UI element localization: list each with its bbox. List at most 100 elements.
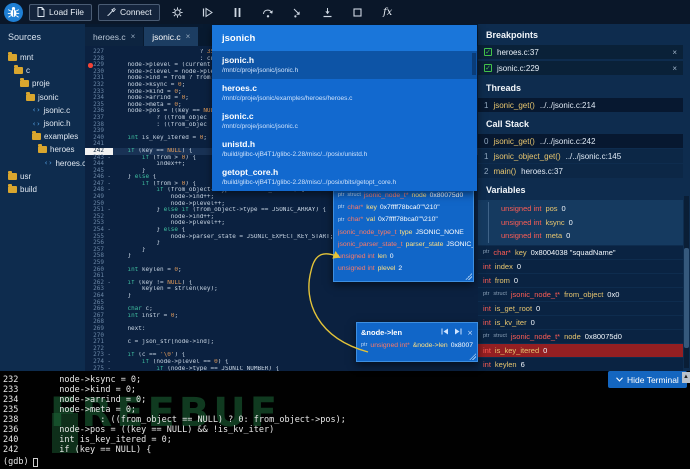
fold-marker-icon[interactable]: -	[107, 207, 111, 214]
terminal-line: 240 int is_key_itered = 0;	[3, 435, 346, 445]
variables-expanded-children: unsigned intpos0unsigned intksync0unsign…	[478, 200, 683, 245]
search-result-getopt_core.h[interactable]: getopt_core.h/build/glibc-vjB4T1/glibc-2…	[212, 163, 477, 191]
fold-marker-icon[interactable]: -	[107, 280, 111, 287]
load-file-button[interactable]: Load File	[29, 4, 92, 21]
tree-item-jsonic.c[interactable]: ‹›jsonic.c	[0, 104, 85, 117]
fold-marker-icon[interactable]: -	[107, 227, 111, 234]
tree-item-usr[interactable]: usr	[0, 170, 85, 183]
tab-close-icon[interactable]: ×	[131, 32, 136, 41]
variable-type: char*	[347, 216, 363, 223]
code-line-264[interactable]: 264 }	[85, 293, 478, 300]
close-icon[interactable]: ×	[467, 329, 473, 337]
variable-row[interactable]: intis_key_itered0	[478, 344, 683, 357]
functions-button[interactable]: fx	[376, 2, 400, 22]
debug-settings-button[interactable]	[166, 2, 190, 22]
fold-marker-icon[interactable]: -	[107, 187, 111, 194]
tooltip-member-row[interactable]: unsigned intplevel2	[338, 263, 473, 275]
variable-row[interactable]: ptrstructjsonic_node_t*node0x80075d0	[478, 330, 683, 343]
tab-close-icon[interactable]: ×	[186, 32, 191, 41]
tree-item-examples[interactable]: examples	[0, 130, 85, 143]
continue-icon	[202, 7, 213, 18]
folder-icon	[8, 186, 17, 193]
panel-scrollbar-thumb[interactable]	[684, 248, 689, 348]
pause-button[interactable]	[226, 2, 250, 22]
code-text[interactable]	[113, 300, 478, 307]
variable-child-row[interactable]: unsigned intpos0	[488, 202, 683, 216]
variable-row[interactable]: ptrchar*key0x8004038 "squadName"	[478, 246, 683, 259]
tree-item-c[interactable]: c	[0, 64, 85, 77]
code-line-263[interactable]: 263 keylen = strlen(key);	[85, 286, 478, 293]
load-file-label: Load File	[49, 7, 84, 17]
tree-item-heroes.c[interactable]: ‹›heroes.c	[0, 157, 85, 170]
variable-row[interactable]: intfrom0	[478, 274, 683, 287]
nav-prev-icon[interactable]	[441, 328, 449, 337]
step-into-button[interactable]	[286, 2, 310, 22]
tooltip-resize-grip[interactable]	[469, 353, 476, 360]
remove-breakpoint-icon[interactable]: ×	[672, 64, 677, 73]
tooltip-member-row[interactable]: ptrchar*val0x7ffff78bca0"'\210"	[338, 214, 473, 226]
terminal-scroll-up-arrow[interactable]: ▲	[682, 372, 690, 383]
variable-row[interactable]: ptrstructjsonic_node_t*from_object0x0	[478, 288, 683, 301]
step-out-button[interactable]	[316, 2, 340, 22]
tooltip-member-row[interactable]: jsonic_parser_state_tparser_stateJSONIC_…	[338, 238, 473, 250]
tree-item-heroes[interactable]: heroes	[0, 143, 85, 156]
watch-expression-row[interactable]: ptrunsigned int*&node->len0x80075e8	[361, 339, 473, 351]
tree-item-label: build	[20, 185, 37, 194]
tree-item-jsonic[interactable]: jsonic	[0, 91, 85, 104]
connect-button[interactable]: Connect	[98, 4, 160, 21]
code-text[interactable]: int instr = 0;	[113, 313, 478, 320]
code-line-267[interactable]: 267 int instr = 0;	[85, 313, 478, 320]
fold-marker-icon[interactable]: -	[107, 155, 111, 162]
tooltip-member-row[interactable]: unsigned intlen0	[338, 250, 473, 262]
hide-terminal-button[interactable]: Hide Terminal	[608, 371, 687, 388]
breakpoint-item[interactable]: ✓heroes.c:37×	[478, 45, 683, 59]
continue-button[interactable]	[196, 2, 220, 22]
tree-item-label: jsonic	[38, 93, 58, 102]
tree-item-mnt[interactable]: mnt	[0, 51, 85, 64]
call-stack-frame[interactable]: 0jsonic_get()../../jsonic.c:242	[478, 134, 683, 148]
tooltip-member-row[interactable]: jsonic_node_type_ttypeJSONIC_NONE	[338, 226, 473, 238]
tree-item-build[interactable]: build	[0, 183, 85, 196]
variable-row[interactable]: intis_get_root0	[478, 302, 683, 315]
search-result-jsonic.c[interactable]: jsonic.c/mnt/c/proje/jsonic/jsonic.c	[212, 107, 477, 135]
app-logo[interactable]	[4, 3, 23, 22]
code-text[interactable]: }	[113, 293, 478, 300]
search-result-heroes.c[interactable]: heroes.c/mnt/c/proje/jsonic/examples/her…	[212, 79, 477, 107]
variable-name: val	[366, 216, 375, 223]
stop-button[interactable]	[346, 2, 370, 22]
tooltip-member-row[interactable]: ptrchar*key0x7ffff78bca0"'\210"	[338, 201, 473, 213]
variable-child-row[interactable]: unsigned intmeta0	[488, 229, 683, 243]
call-stack-frame[interactable]: 2main()heroes.c:37	[478, 164, 683, 178]
code-text[interactable]: keylen = strlen(key);	[113, 286, 478, 293]
nav-next-icon[interactable]	[454, 328, 462, 337]
breakpoint-enabled-checkbox[interactable]: ✓	[484, 48, 492, 56]
remove-breakpoint-icon[interactable]: ×	[672, 48, 677, 57]
variable-type: jsonic_parser_state_t	[338, 241, 403, 248]
tooltip-resize-grip[interactable]	[465, 273, 472, 280]
panel-scrollbar[interactable]	[684, 196, 689, 368]
search-result-jsonic.h[interactable]: jsonic.h/mnt/c/proje/jsonic/jsonic.h	[212, 51, 477, 79]
code-line-265[interactable]: 265	[85, 300, 478, 307]
tree-item-jsonic.h[interactable]: ‹›jsonic.h	[0, 117, 85, 130]
tree-item-proje[interactable]: proje	[0, 77, 85, 90]
dropdown-scrollbar-thumb[interactable]	[472, 53, 476, 75]
tab-jsonic.c[interactable]: jsonic.c×	[144, 27, 198, 46]
breakpoint-enabled-checkbox[interactable]: ✓	[484, 64, 492, 72]
call-stack-frame[interactable]: 1jsonic_object_get()../../jsonic.c:145	[478, 149, 683, 163]
breakpoint-item[interactable]: ✓jsonic.c:229×	[478, 61, 683, 75]
gdb-prompt[interactable]: (gdb)	[3, 457, 38, 467]
search-result-unistd.h[interactable]: unistd.h/build/glibc-vjB4T1/glibc-2.28/m…	[212, 135, 477, 163]
breakpoint-dot-icon[interactable]	[88, 63, 93, 68]
search-result-name: jsonic.c	[222, 111, 467, 121]
variable-row[interactable]: intkeylen6	[478, 358, 683, 371]
thread-item[interactable]: 1jsonic_get()../../jsonic.c:214	[478, 98, 683, 112]
code-text[interactable]: char c;	[113, 306, 478, 313]
file-search-input[interactable]: jsonich	[212, 25, 477, 51]
variable-row[interactable]: intis_kv_iter0	[478, 316, 683, 329]
step-over-button[interactable]	[256, 2, 280, 22]
tab-heroes.c[interactable]: heroes.c×	[85, 27, 143, 46]
variable-child-row[interactable]: unsigned intksync0	[488, 216, 683, 230]
variable-row[interactable]: intindex0	[478, 260, 683, 273]
code-line-266[interactable]: 266 char c;	[85, 306, 478, 313]
terminal-pane[interactable]: FREEBUF 232 node->ksync = 0;233 node->ki…	[0, 371, 690, 469]
